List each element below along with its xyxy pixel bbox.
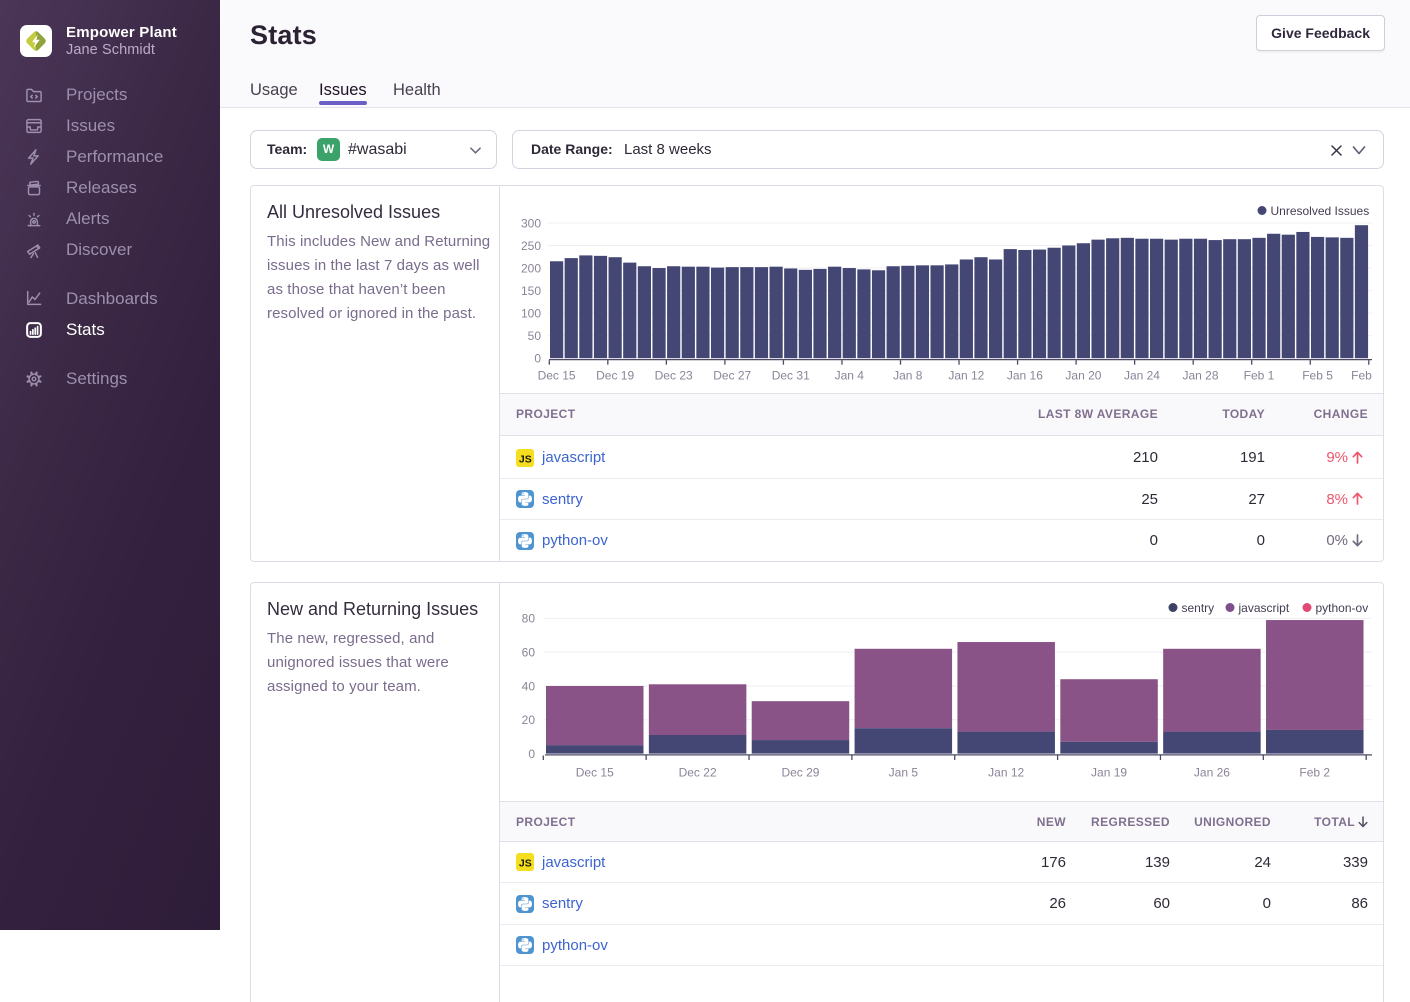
svg-text:Jan 28: Jan 28 (1182, 369, 1218, 383)
svg-text:Dec 31: Dec 31 (772, 369, 810, 383)
svg-text:80: 80 (522, 612, 536, 626)
svg-text:40: 40 (522, 679, 536, 693)
svg-text:300: 300 (521, 216, 541, 230)
svg-text:python-ov: python-ov (1316, 601, 1369, 615)
svg-text:Jan 12: Jan 12 (988, 766, 1024, 780)
svg-text:Feb 1: Feb 1 (1244, 369, 1275, 383)
svg-text:Jan 12: Jan 12 (948, 369, 984, 383)
svg-text:Jan 20: Jan 20 (1065, 369, 1101, 383)
svg-text:60: 60 (522, 645, 536, 659)
svg-text:Unresolved Issues: Unresolved Issues (1271, 204, 1370, 218)
svg-text:Jan 19: Jan 19 (1091, 766, 1127, 780)
svg-text:200: 200 (521, 261, 541, 275)
svg-text:Dec 19: Dec 19 (596, 369, 634, 383)
svg-text:Feb 5: Feb 5 (1302, 369, 1333, 383)
svg-text:Jan 16: Jan 16 (1007, 369, 1043, 383)
svg-text:Dec 15: Dec 15 (538, 369, 576, 383)
svg-text:sentry: sentry (1182, 601, 1215, 615)
svg-text:150: 150 (521, 284, 541, 298)
svg-text:Dec 23: Dec 23 (655, 369, 693, 383)
svg-text:Dec 15: Dec 15 (576, 766, 614, 780)
svg-text:0: 0 (528, 747, 535, 761)
svg-text:JS: JS (519, 453, 532, 465)
svg-text:Jan 8: Jan 8 (893, 369, 923, 383)
svg-text:Jan 5: Jan 5 (889, 766, 919, 780)
svg-text:0: 0 (534, 352, 541, 366)
svg-text:Jan 26: Jan 26 (1194, 766, 1230, 780)
svg-text:javascript: javascript (1238, 601, 1290, 615)
svg-text:JS: JS (519, 857, 532, 869)
svg-text:Jan 24: Jan 24 (1124, 369, 1160, 383)
svg-text:Feb 2: Feb 2 (1299, 766, 1330, 780)
svg-text:100: 100 (521, 306, 541, 320)
svg-text:Dec 29: Dec 29 (781, 766, 819, 780)
svg-text:20: 20 (522, 713, 536, 727)
svg-text:250: 250 (521, 239, 541, 253)
svg-text:Feb: Feb (1351, 369, 1372, 383)
svg-text:Dec 27: Dec 27 (713, 369, 751, 383)
svg-text:Jan 4: Jan 4 (835, 369, 865, 383)
svg-text:50: 50 (528, 329, 542, 343)
svg-text:Dec 22: Dec 22 (679, 766, 717, 780)
